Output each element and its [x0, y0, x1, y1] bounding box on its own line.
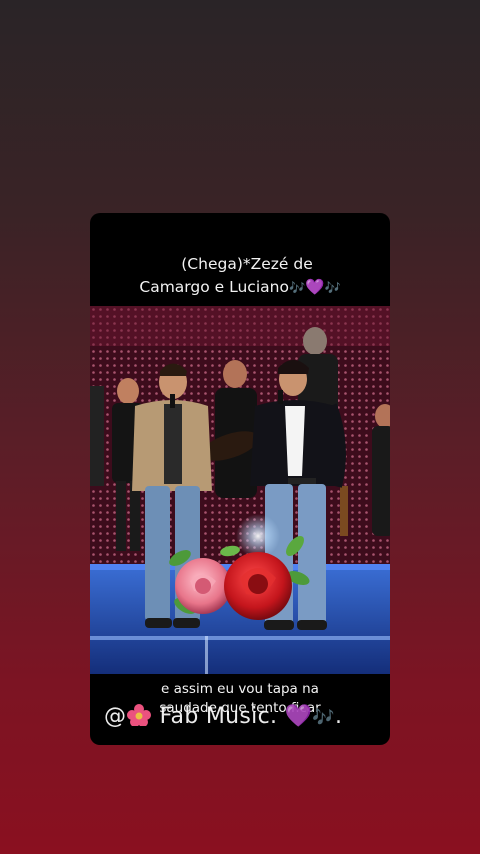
watermark-name: Fab Music. — [159, 704, 278, 729]
watermark-at: @ — [104, 704, 127, 729]
title-line-1: (Chega)*Zezé de — [181, 255, 313, 273]
music-notes-icon: 🎶 — [312, 707, 335, 728]
watermark-handle: @ Fab Music. 💜🎶. — [104, 704, 342, 729]
title-line-2-text: Camargo e Luciano — [139, 278, 289, 296]
purple-heart-icon: 💜 — [305, 278, 325, 296]
music-notes-icon: 🎶 — [324, 281, 341, 296]
concert-video[interactable] — [90, 306, 390, 674]
music-notes-icon: 🎶 — [288, 281, 306, 296]
title-line-2: Camargo e Luciano🎶💜🎶 — [90, 276, 390, 300]
story-card[interactable]: (Chega)*Zezé de Camargo e Luciano🎶💜🎶 e a… — [90, 213, 390, 745]
purple-heart-icon: 💜 — [284, 704, 313, 729]
story-title: (Chega)*Zezé de Camargo e Luciano🎶💜🎶 — [90, 253, 390, 300]
watermark-dot: . — [335, 704, 343, 729]
concert-scene — [90, 306, 390, 674]
flower-icon — [127, 704, 152, 726]
caption-line-1: e assim eu vou tapa na — [161, 681, 319, 697]
